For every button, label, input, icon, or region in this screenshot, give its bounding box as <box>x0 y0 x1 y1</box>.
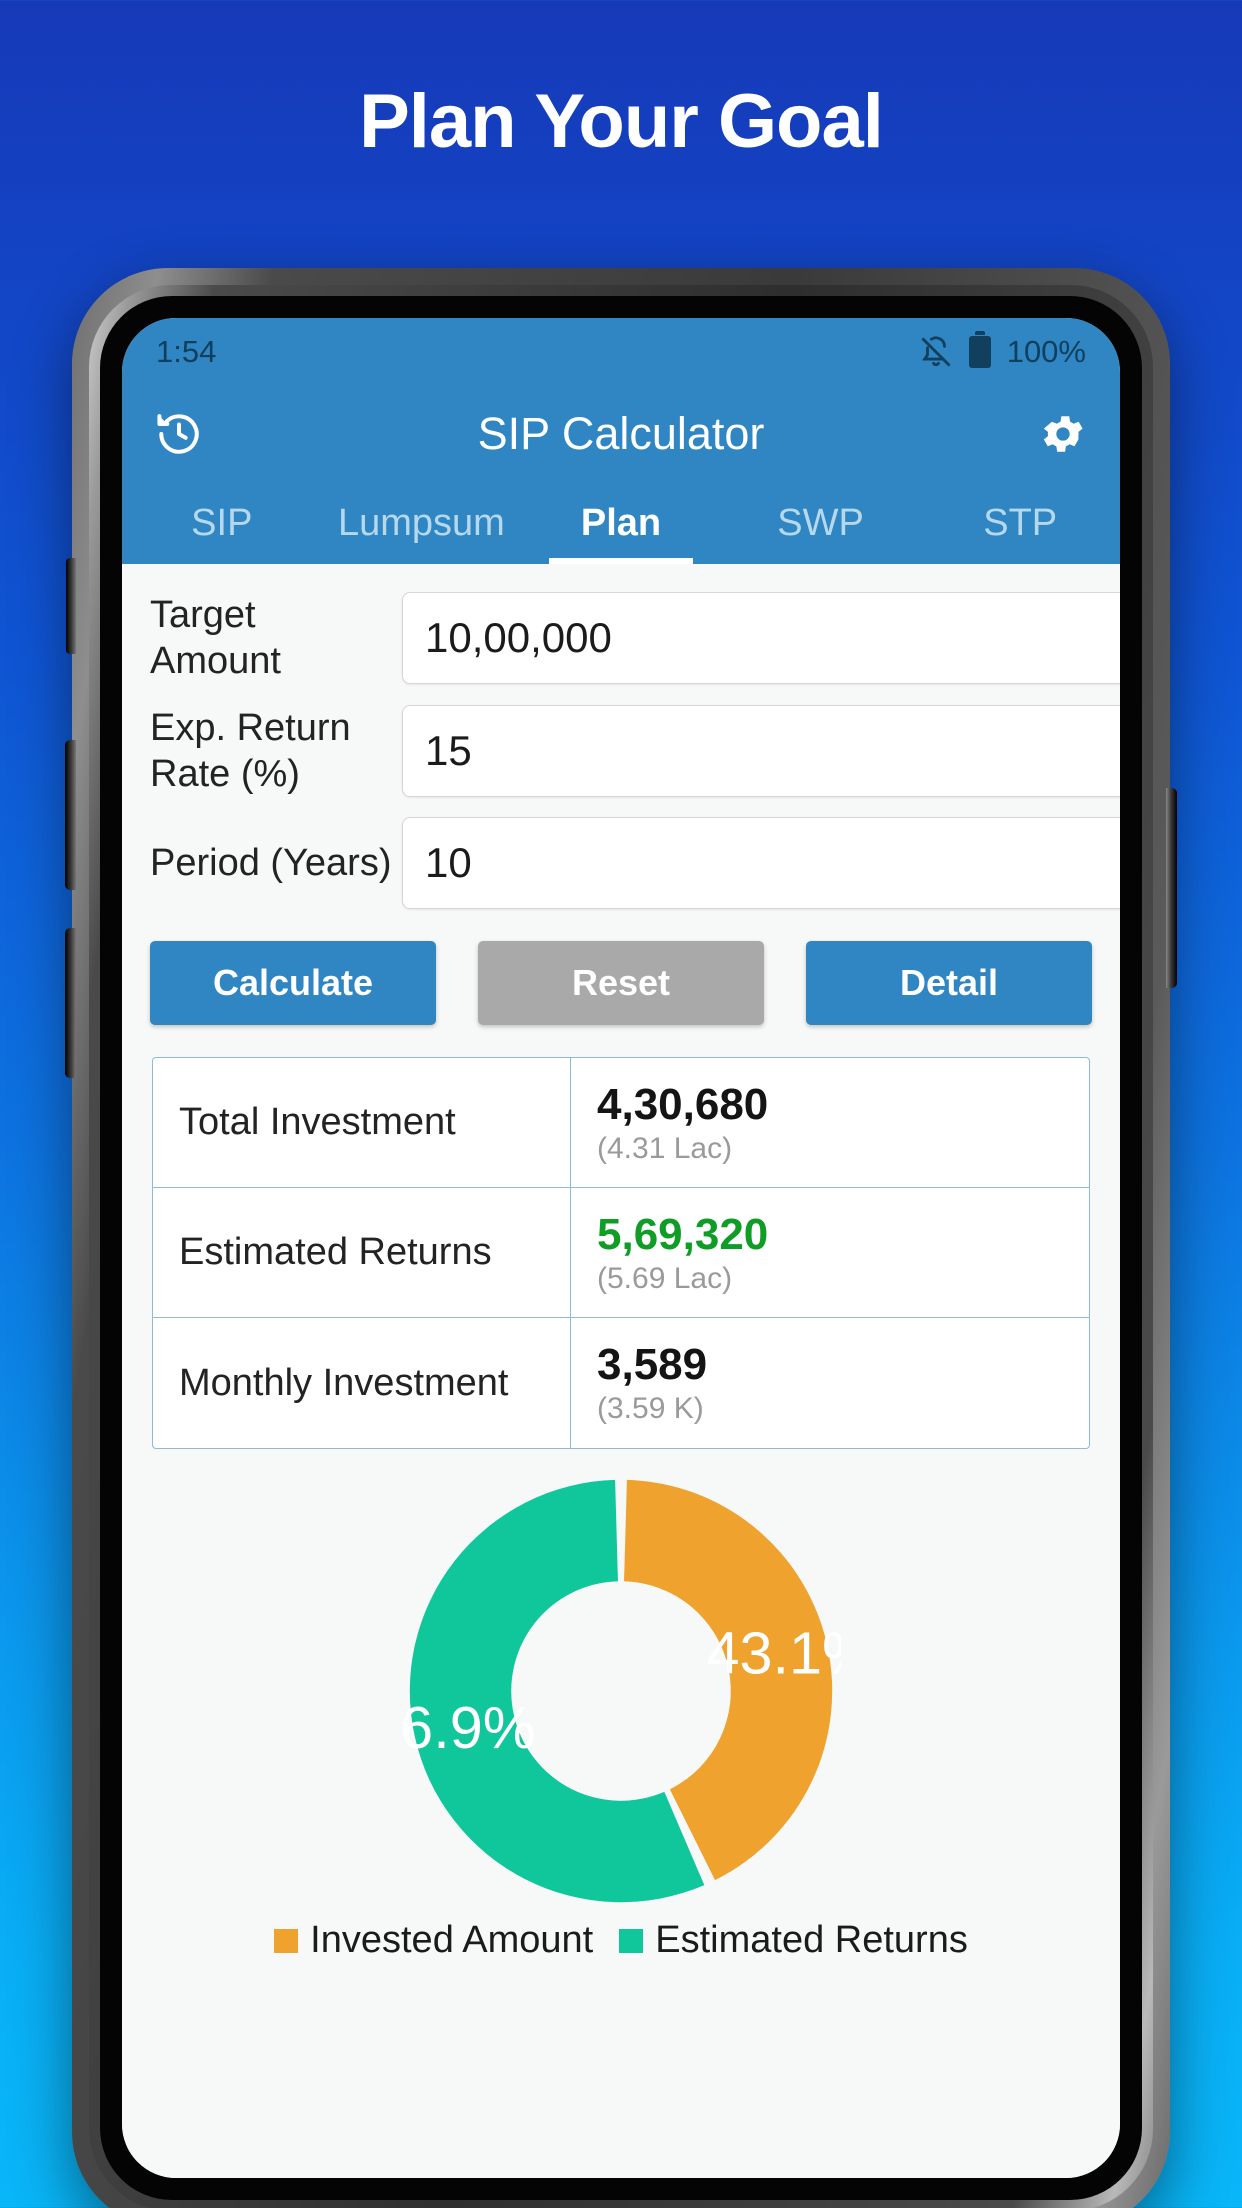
table-row: Total Investment 4,30,680 (4.31 Lac) <box>153 1058 1089 1189</box>
chart-legend: Invested Amount Estimated Returns <box>122 1919 1120 1962</box>
phone-bezel: 1:54 100% SIP Calculator SIP Lumpsum Pla… <box>100 296 1142 2200</box>
donut-chart: 43.1% 56.9% <box>122 1465 1120 1917</box>
tab-swp[interactable]: SWP <box>721 482 921 564</box>
legend-item-returns: Estimated Returns <box>619 1919 968 1962</box>
volume-up-button[interactable] <box>65 740 76 890</box>
legend-swatch-invested <box>274 1928 299 1953</box>
calculate-button[interactable]: Calculate <box>150 941 436 1026</box>
tab-sip[interactable]: SIP <box>122 482 322 564</box>
field-period-years: Period (Years) 10 <box>122 807 1120 919</box>
action-button-row: Calculate Reset Detail <box>122 919 1120 1051</box>
total-investment-label: Total Investment <box>153 1058 571 1188</box>
history-icon[interactable] <box>148 403 210 465</box>
mute-switch[interactable] <box>66 558 76 654</box>
total-investment-value-cell: 4,30,680 (4.31 Lac) <box>571 1058 1089 1187</box>
legend-label-invested: Invested Amount <box>310 1919 594 1962</box>
bell-off-icon <box>919 335 953 369</box>
estimated-returns-value: 5,69,320 <box>597 1209 769 1259</box>
exp-return-rate-input[interactable]: 15 <box>402 705 1120 798</box>
results-table: Total Investment 4,30,680 (4.31 Lac) Est… <box>152 1057 1090 1450</box>
field-exp-return-rate: Exp. Return Rate (%) 15 <box>122 695 1120 808</box>
exp-return-rate-label: Exp. Return Rate (%) <box>150 706 351 796</box>
donut-slice-label: 43.1% <box>706 1620 841 1687</box>
tab-plan[interactable]: Plan <box>521 482 721 564</box>
tab-bar: SIP Lumpsum Plan SWP STP <box>122 482 1120 564</box>
legend-swatch-returns <box>619 1928 644 1953</box>
estimated-returns-label: Estimated Returns <box>153 1188 571 1318</box>
phone-mockup: 1:54 100% SIP Calculator SIP Lumpsum Pla… <box>65 268 1177 2208</box>
estimated-returns-value-cell: 5,69,320 (5.69 Lac) <box>571 1188 1089 1317</box>
donut-slice-label: 56.9% <box>401 1695 536 1762</box>
total-investment-value: 4,30,680 <box>597 1079 769 1129</box>
donut-chart-svg: 43.1% 56.9% <box>401 1480 841 1903</box>
power-button[interactable] <box>1166 788 1177 988</box>
tab-lumpsum[interactable]: Lumpsum <box>322 482 522 564</box>
monthly-investment-subvalue: (3.59 K) <box>597 1392 704 1426</box>
detail-button[interactable]: Detail <box>806 941 1092 1026</box>
phone-screen: 1:54 100% SIP Calculator SIP Lumpsum Pla… <box>122 318 1120 2178</box>
monthly-investment-value-cell: 3,589 (3.59 K) <box>571 1318 1089 1448</box>
target-amount-input[interactable]: 10,00,000 <box>402 592 1120 685</box>
legend-item-invested: Invested Amount <box>274 1919 593 1962</box>
volume-down-button[interactable] <box>65 928 76 1078</box>
battery-percent: 100% <box>1006 334 1086 369</box>
app-bar-title: SIP Calculator <box>477 408 765 459</box>
content-area: Target Amount 10,00,000 Exp. Return Rate… <box>122 564 1120 2178</box>
table-row: Estimated Returns 5,69,320 (5.69 Lac) <box>153 1188 1089 1319</box>
app-bar: SIP Calculator <box>122 386 1120 482</box>
reset-button[interactable]: Reset <box>478 941 764 1026</box>
total-investment-subvalue: (4.31 Lac) <box>597 1131 733 1165</box>
tab-stp[interactable]: STP <box>920 482 1120 564</box>
table-row: Monthly Investment 3,589 (3.59 K) <box>153 1318 1089 1449</box>
gear-icon[interactable] <box>1032 403 1094 465</box>
status-time: 1:54 <box>156 334 217 369</box>
monthly-investment-value: 3,589 <box>597 1340 708 1390</box>
field-target-amount: Target Amount 10,00,000 <box>122 582 1120 695</box>
status-bar: 1:54 100% <box>122 318 1120 386</box>
period-years-input[interactable]: 10 <box>402 817 1120 910</box>
phone-inner-frame: 1:54 100% SIP Calculator SIP Lumpsum Pla… <box>89 285 1153 2208</box>
monthly-investment-label: Monthly Investment <box>153 1318 571 1449</box>
battery-icon <box>968 336 991 368</box>
page-title: Plan Your Goal <box>359 79 884 164</box>
period-years-label: Period (Years) <box>150 842 392 885</box>
legend-label-returns: Estimated Returns <box>655 1919 968 1962</box>
estimated-returns-subvalue: (5.69 Lac) <box>597 1261 733 1295</box>
calculator-form: Target Amount 10,00,000 Exp. Return Rate… <box>122 564 1120 919</box>
target-amount-label: Target Amount <box>150 594 281 683</box>
